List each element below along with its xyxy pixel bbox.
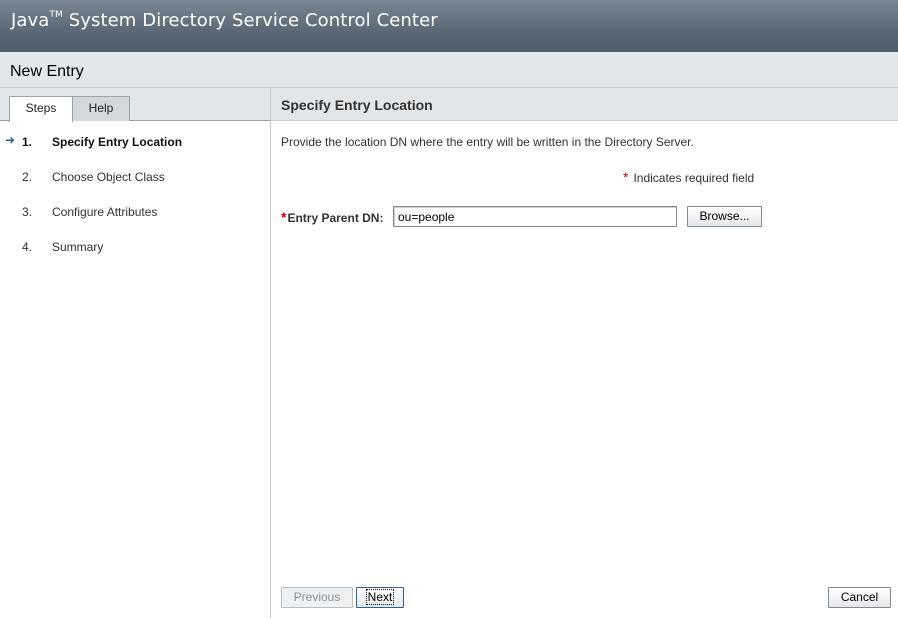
step-item-4: 4. Summary <box>0 238 270 258</box>
step-item-3: 3. Configure Attributes <box>0 203 270 223</box>
masthead: JavaTM System Directory Service Control … <box>0 0 898 52</box>
required-legend: * Indicates required field <box>623 169 754 185</box>
step-title: Specify Entry Location <box>281 97 433 113</box>
required-legend-text: Indicates required field <box>633 171 755 185</box>
entry-parent-dn-label: *Entry Parent DN: <box>281 209 383 225</box>
entry-parent-dn-input[interactable] <box>393 206 677 227</box>
tab-bar: Steps Help <box>0 88 270 122</box>
trademark: TM <box>49 10 63 20</box>
step-header: Specify Entry Location <box>271 88 898 121</box>
step-number: 4. <box>22 240 33 254</box>
step-number: 2. <box>22 170 33 184</box>
step-number: 3. <box>22 205 33 219</box>
app-title: JavaTM System Directory Service Control … <box>11 10 438 31</box>
steps-pane: Steps Help ➜ 1. Specify Entry Location 2… <box>0 88 270 618</box>
cancel-button[interactable]: Cancel <box>828 587 891 608</box>
step-number: 1. <box>22 135 33 149</box>
tab-steps[interactable]: Steps <box>9 96 73 122</box>
step-label: Specify Entry Location <box>52 135 183 149</box>
step-label: Configure Attributes <box>52 205 158 219</box>
entry-parent-dn-label-text: Entry Parent DN: <box>287 211 384 225</box>
next-button-label: Next <box>365 589 395 605</box>
step-item-2: 2. Choose Object Class <box>0 168 270 188</box>
required-marker: * <box>623 169 629 185</box>
step-content-pane: Specify Entry Location Provide the locat… <box>271 88 898 618</box>
tab-help[interactable]: Help <box>72 96 130 121</box>
step-label: Summary <box>52 240 104 254</box>
step-instructions: Provide the location DN where the entry … <box>281 135 694 149</box>
previous-button[interactable]: Previous <box>281 587 353 608</box>
browse-button[interactable]: Browse... <box>687 206 762 227</box>
step-label: Choose Object Class <box>52 170 165 184</box>
next-button[interactable]: Next <box>356 587 404 608</box>
arrow-right-icon: ➜ <box>5 133 16 147</box>
required-marker: * <box>281 209 287 225</box>
wizard-title-bar: New Entry <box>0 52 898 88</box>
wizard-title: New Entry <box>10 63 84 80</box>
step-item-1: ➜ 1. Specify Entry Location <box>0 133 270 153</box>
